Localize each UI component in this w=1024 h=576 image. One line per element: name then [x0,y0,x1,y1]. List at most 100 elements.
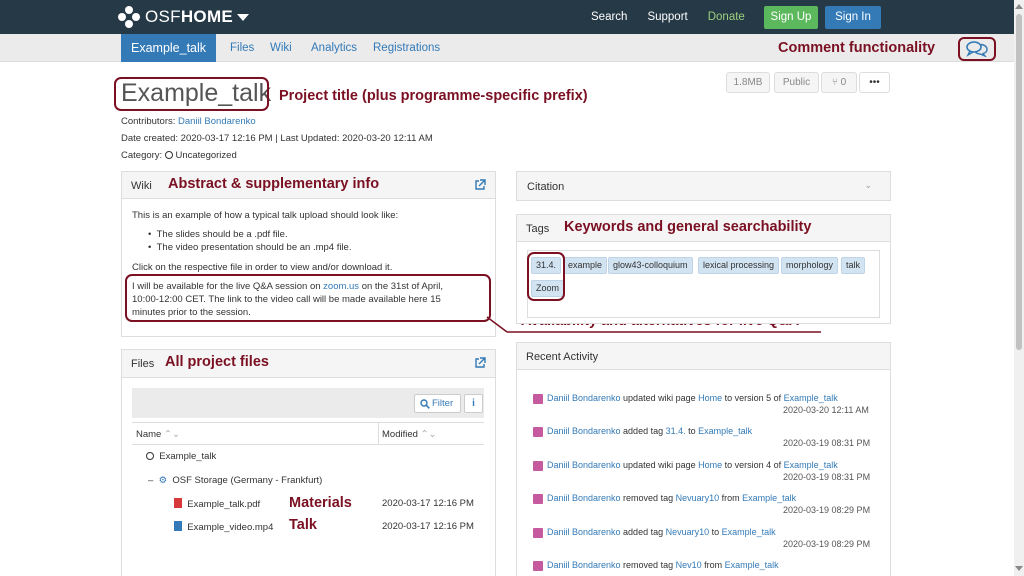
brand-text-bold: HOME [180,7,234,26]
file-row-pdf[interactable]: Example_talk.pdf [174,498,260,510]
files-panel-title: Files [131,358,155,370]
citation-panel[interactable]: Citation ⌄ [516,171,891,201]
activity-text: from [701,560,725,570]
osf-home-brand[interactable]: OSFHOME [118,6,250,28]
wiki-intro: This is an example of how a typical talk… [132,210,399,221]
chevron-down-icon: ⌄ [864,180,872,190]
tab-files[interactable]: Files [230,34,254,62]
scroll-down-arrow-icon[interactable] [1015,566,1023,571]
tag-morphology[interactable]: morphology [781,257,839,274]
wiki-bullet-1: • The slides should be a .pdf file. [148,229,288,240]
activity-panel-title: Recent Activity [526,351,599,363]
activity-user-link[interactable]: Daniil Bondarenko [547,527,621,537]
contributors-line: Contributors: Daniil Bondarenko [121,116,256,127]
activity-project-link[interactable]: Example_talk [722,527,776,537]
column-modified-header[interactable]: Modified ⌃⌄ [382,429,436,440]
activity-timestamp: 2020-03-19 08:31 PM [783,472,871,482]
activity-user-link[interactable]: Daniil Bondarenko [547,460,621,470]
nav-support-link[interactable]: Support [647,11,687,23]
uncategorized-icon [164,151,173,159]
info-button[interactable]: i [464,394,483,413]
storage-gear-icon: ⚙ [158,475,168,486]
navbar-links: Search Support Donate [591,0,765,34]
fork-button[interactable]: ⑂ 0 [821,72,857,93]
activity-text: to version 5 of [722,393,784,403]
file-tree-storage[interactable]: – ⚙ OSF Storage (Germany - Frankfurt) [148,475,322,486]
files-table-header: Name ⌃⌄ Modified ⌃⌄ [132,422,484,445]
qa-highlight-box [125,274,491,322]
annotation-talk: Talk [289,517,317,533]
sort-arrows-icon[interactable]: ⌃⌄ [421,429,437,440]
activity-entry: Daniil Bondarenko added tag 31.4. to Exa… [547,426,752,436]
external-link-icon [475,357,486,368]
visibility-button[interactable]: Public [774,72,819,93]
activity-target-link[interactable]: Nevuary10 [666,527,710,537]
activity-text: added tag [620,426,666,436]
activity-project-link[interactable]: Example_talk [698,426,752,436]
column-name-header[interactable]: Name ⌃⌄ [136,429,180,440]
column-divider [378,423,379,444]
activity-user-link[interactable]: Daniil Bondarenko [547,493,621,503]
citation-title: Citation [527,181,565,193]
activity-text: updated wiki page [620,460,699,470]
file-row-video[interactable]: Example_video.mp4 [174,521,273,533]
activity-target-link[interactable]: Home [698,393,722,403]
scroll-up-arrow-icon[interactable] [1015,4,1023,9]
activity-text: from [719,493,743,503]
activity-project-link[interactable]: Example_talk [725,560,779,570]
activity-entry: Daniil Bondarenko removed tag Nevuary10 … [547,493,796,503]
video-file-icon [174,521,182,531]
sort-arrows-icon[interactable]: ⌃⌄ [164,429,180,440]
comments-button[interactable] [958,37,996,61]
activity-target-link[interactable]: Nev10 [676,560,702,570]
scrollbar-thumb[interactable] [1016,14,1022,350]
project-size-badge: 1.8MB [726,72,770,93]
activity-text: removed tag [620,560,676,570]
activity-target-link[interactable]: Home [698,460,722,470]
activity-project-link[interactable]: Example_talk [784,460,838,470]
annotation-files: All project files [165,354,269,370]
brand-text-light: OSF [145,7,181,26]
activity-text: added tag [620,527,666,537]
tag-lexical-processing[interactable]: lexical processing [698,257,780,274]
filter-label: Filter [432,398,454,409]
files-external-link[interactable] [474,357,486,369]
file-name: Example_video.mp4 [187,522,274,533]
user-avatar-icon [533,561,543,571]
activity-user-link[interactable]: Daniil Bondarenko [547,426,621,436]
tag-glow43-colloquium[interactable]: glow43-colloquium [608,257,693,274]
annotation-keywords: Keywords and general searchability [564,219,812,235]
annotation-materials: Materials [289,495,352,511]
category-line: Category: Uncategorized [121,150,237,161]
nav-search-link[interactable]: Search [591,11,627,23]
project-icon [146,452,154,460]
activity-project-link[interactable]: Example_talk [742,493,796,503]
activity-target-link[interactable]: 31.4. [666,426,686,436]
contributors-label: Contributors: [121,116,176,127]
caret-down-icon [237,13,250,21]
sign-in-button[interactable]: Sign In [825,6,881,29]
tab-analytics[interactable]: Analytics [311,34,357,62]
collapse-icon[interactable]: – [148,475,153,486]
more-options-button[interactable]: ••• [859,72,890,93]
file-tree-root[interactable]: Example_talk [146,451,216,462]
nav-donate-link[interactable]: Donate [708,11,745,23]
activity-target-link[interactable]: Nevuary10 [676,493,720,503]
tag-talk[interactable]: talk [841,257,866,274]
tab-wiki[interactable]: Wiki [270,34,292,62]
tab-project-home[interactable]: Example_talk [121,34,217,62]
activity-project-link[interactable]: Example_talk [784,393,838,403]
filter-button[interactable]: Filter [414,394,461,413]
activity-entry: Daniil Bondarenko added tag Nevuary10 to… [547,527,776,537]
pdf-file-icon [174,498,182,508]
tab-registrations[interactable]: Registrations [373,34,440,62]
activity-timestamp: 2020-03-19 08:29 PM [783,505,871,515]
wiki-bullet-2: • The video presentation should be an .m… [148,242,352,253]
contributor-link[interactable]: Daniil Bondarenko [178,116,256,127]
activity-timestamp: 2020-03-20 12:11 AM [783,405,869,415]
tag-example[interactable]: example [563,257,608,274]
wiki-external-link[interactable] [474,179,486,191]
activity-user-link[interactable]: Daniil Bondarenko [547,393,621,403]
activity-user-link[interactable]: Daniil Bondarenko [547,560,621,570]
sign-up-button[interactable]: Sign Up [764,6,818,29]
